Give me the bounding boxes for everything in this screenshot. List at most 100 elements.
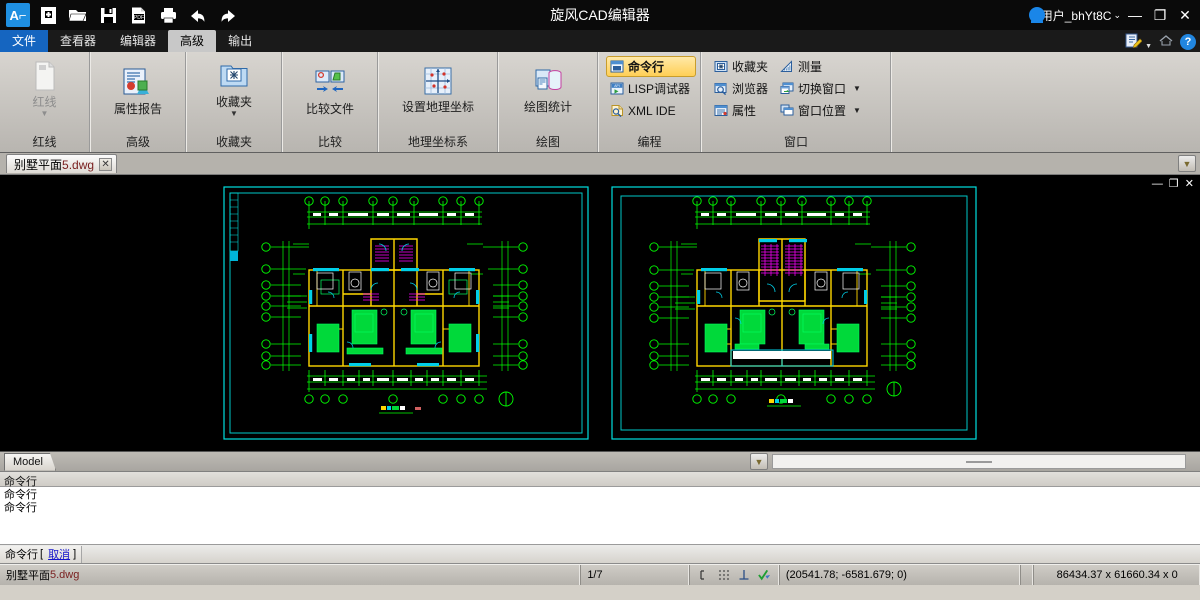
model-tabs-dropdown[interactable]: ▼ [750, 453, 768, 470]
compare-files-label: 比较文件 [305, 102, 354, 116]
status-page-indicator: 1/7 [581, 565, 690, 585]
horizontal-scrollbar[interactable] [772, 454, 1186, 469]
cad-editor-window: A⌐ PDF 旋风CAD编辑器 用户_bhYt8C ⌄ — ❐ ✕ 文件 查看器… [0, 0, 1200, 600]
ribbon-group-drawing: 绘图统计 绘图 [498, 52, 598, 152]
chevron-down-icon[interactable]: ▼ [230, 110, 238, 118]
user-account-button[interactable]: 用户_bhYt8C ⌄ [1028, 7, 1121, 24]
tab-advanced[interactable]: 高级 [168, 30, 217, 52]
mdi-restore-button[interactable]: ❐ [1169, 179, 1179, 190]
command-history[interactable]: 命令行 命令行 [0, 487, 1200, 545]
drawing-statistics-button[interactable]: 绘图统计 [507, 55, 589, 115]
programming-items: 命令行 API LISP调试器 XML IDE [606, 55, 697, 121]
command-prompt: 命令行 [ 取消 ] [0, 545, 83, 563]
command-input-row[interactable]: 命令行 [ 取消 ] [0, 545, 1200, 564]
command-line-button[interactable]: 命令行 [606, 56, 697, 77]
undo-icon[interactable] [184, 2, 212, 28]
bracket-close: ] [73, 548, 77, 560]
home-icon[interactable] [1159, 34, 1173, 50]
new-file-icon[interactable] [34, 2, 62, 28]
window-position-label: 窗口位置 [798, 104, 847, 118]
close-icon[interactable]: ✕ [99, 157, 113, 171]
floor-plan-right[interactable] [609, 184, 979, 442]
model-tab[interactable]: Model [4, 452, 56, 471]
scroll-thumb-icon [966, 460, 992, 463]
xml-ide-label: XML IDE [628, 103, 676, 118]
minimize-button[interactable]: — [1124, 3, 1146, 27]
ortho-icon[interactable] [738, 569, 751, 582]
tab-editor[interactable]: 编辑器 [108, 30, 168, 52]
mdi-minimize-button[interactable]: — [1152, 179, 1163, 190]
property-report-button[interactable]: 属性报告 [97, 55, 179, 117]
window-position-button[interactable]: 窗口位置 ▼ [776, 100, 867, 121]
osnap-icon[interactable] [758, 569, 771, 582]
command-input[interactable] [82, 548, 1200, 560]
switch-window-button[interactable]: 切换窗口 ▼ [776, 78, 867, 99]
floor-plan-left[interactable] [221, 184, 591, 442]
ribbon-group-advanced: 属性报告 高级 [90, 52, 186, 152]
save-file-icon[interactable] [94, 2, 122, 28]
drawing-statistics-icon [533, 64, 563, 98]
compare-files-button[interactable]: 比较文件 [289, 55, 371, 117]
restore-button[interactable]: ❐ [1149, 3, 1171, 27]
close-button[interactable]: ✕ [1174, 3, 1196, 27]
open-file-icon[interactable] [64, 2, 92, 28]
favorites-window-label: 收藏夹 [732, 60, 769, 74]
geo-coordinate-button[interactable]: 设置地理坐标 [385, 55, 491, 115]
document-tab[interactable]: 别墅平面5.dwg ✕ [6, 154, 118, 173]
status-coordinates: (20541.78; -6581.679; 0) [780, 565, 1022, 585]
xml-ide-icon [611, 105, 623, 117]
avatar [1028, 7, 1045, 23]
lisp-debugger-button[interactable]: API LISP调试器 [606, 78, 696, 99]
command-history-line: 命令行 [4, 502, 37, 514]
quick-access-toolbar: A⌐ PDF [0, 2, 242, 28]
favorites-window-button[interactable]: 收藏夹 [710, 56, 774, 77]
ribbon-group-window: 收藏夹 浏览器 属性 测量 切换窗口 ▼ 窗口位置 ▼ 窗口 [701, 52, 891, 152]
ribbon-group-title-window: 窗口 [783, 135, 808, 149]
chevron-down-icon[interactable]: ⌄ [1113, 10, 1121, 21]
lisp-debugger-icon: API [610, 82, 624, 95]
redo-icon[interactable] [214, 2, 242, 28]
xml-ide-button[interactable]: XML IDE [606, 100, 696, 121]
tab-file[interactable]: 文件 [0, 30, 49, 52]
tab-output[interactable]: 输出 [216, 30, 264, 52]
grid-icon[interactable] [718, 569, 731, 582]
ribbon-group-title-drawing: 绘图 [535, 135, 560, 149]
cancel-link[interactable]: 取消 [48, 546, 70, 562]
ribbon-group-geo: 设置地理坐标 地理坐标系 [378, 52, 498, 152]
app-logo-icon[interactable]: A⌐ [4, 2, 32, 28]
command-line-label: 命令行 [628, 60, 665, 74]
window-items: 收藏夹 浏览器 属性 测量 切换窗口 ▼ 窗口位置 ▼ [710, 55, 867, 121]
chevron-down-icon[interactable]: ▼ [853, 106, 861, 115]
favorites-folder-icon [219, 59, 249, 93]
command-panel-header: 命令行 [0, 471, 1200, 488]
favorites-button[interactable]: 收藏夹 ▼ [193, 55, 275, 119]
browser-icon [714, 83, 727, 95]
tab-viewer[interactable]: 查看器 [48, 30, 108, 52]
help-icon[interactable]: ? [1180, 34, 1196, 50]
chevron-down-icon[interactable]: ▼ [41, 110, 49, 118]
measure-button[interactable]: 测量 [776, 56, 867, 77]
drawing-canvas[interactable]: — ❐ ✕ [0, 175, 1200, 451]
drawing-statistics-label: 绘图统计 [523, 100, 572, 114]
property-report-icon [122, 66, 154, 100]
status-file-name-ext: 5.dwg [50, 569, 80, 581]
document-tabs-dropdown[interactable]: ▼ [1178, 155, 1196, 172]
measure-label: 测量 [798, 60, 823, 74]
ribbon-group-programming: 命令行 API LISP调试器 XML IDE 编程 [598, 52, 701, 152]
print-icon[interactable] [154, 2, 182, 28]
ribbon-group-compare: 比较文件 比较 [282, 52, 378, 152]
mdi-window-controls: — ❐ ✕ [1152, 179, 1194, 190]
status-file-name-cn: 别墅平面 [6, 570, 50, 582]
command-history-line: 命令行 [4, 489, 37, 501]
properties-label: 属性 [732, 104, 757, 118]
properties-button[interactable]: 属性 [710, 100, 774, 121]
edit-note-icon[interactable]: ▼ [1125, 33, 1152, 51]
redline-button[interactable]: 红线 ▼ [6, 55, 83, 119]
browser-button[interactable]: 浏览器 [710, 78, 774, 99]
chevron-down-icon[interactable]: ▼ [853, 84, 861, 93]
snap-icon[interactable] [698, 569, 711, 582]
mdi-close-button[interactable]: ✕ [1185, 179, 1194, 190]
status-spacer [1021, 565, 1035, 585]
export-pdf-icon[interactable]: PDF [124, 2, 152, 28]
svg-text:PDF: PDF [133, 15, 143, 21]
